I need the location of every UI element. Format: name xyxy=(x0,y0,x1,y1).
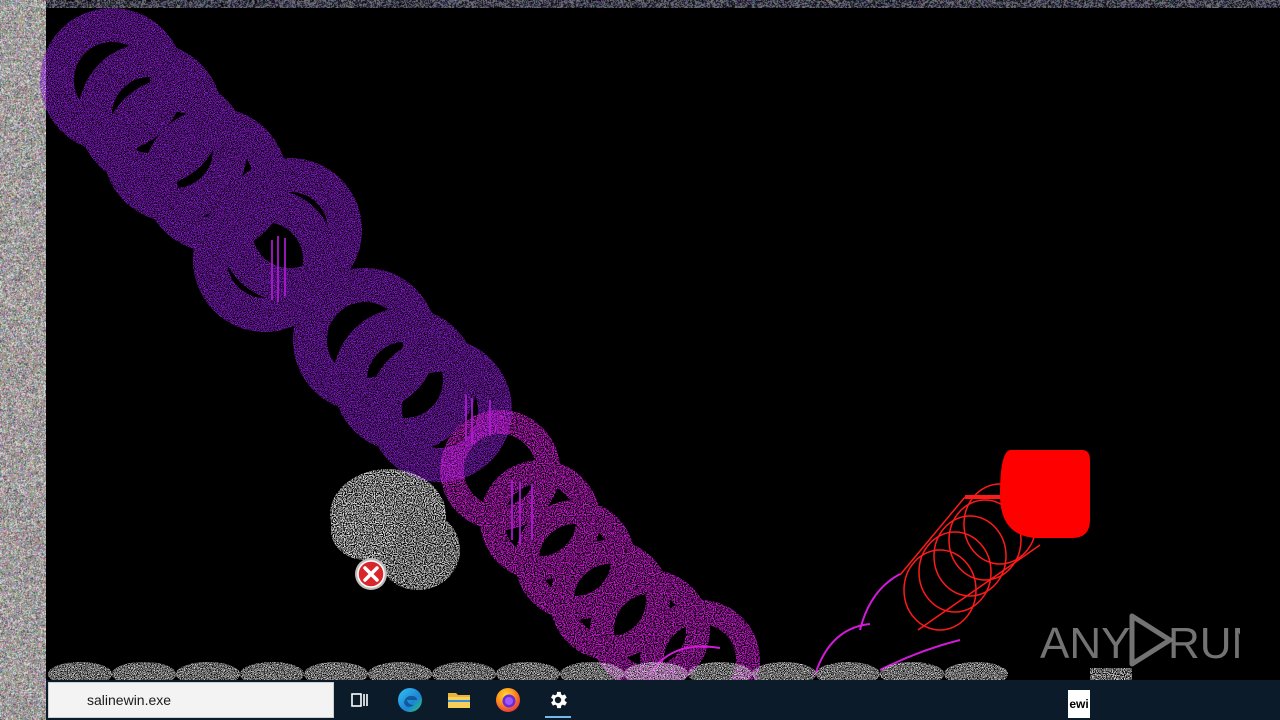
red-blob xyxy=(1000,450,1090,538)
anyrun-watermark: ANY RUN xyxy=(1040,612,1240,668)
file-explorer-button[interactable] xyxy=(435,680,483,720)
gear-icon xyxy=(547,689,569,711)
firefox-button[interactable] xyxy=(484,680,532,720)
firefox-icon xyxy=(495,687,521,713)
taskbar-search-box[interactable]: salinewin.exe xyxy=(48,682,334,718)
search-text: salinewin.exe xyxy=(87,692,171,708)
edge-button[interactable] xyxy=(386,680,434,720)
play-icon xyxy=(1132,616,1170,664)
folder-icon xyxy=(447,690,471,710)
task-view-button[interactable] xyxy=(336,680,384,720)
tray-fragment[interactable]: ewi xyxy=(1068,690,1090,718)
gray-noise-blob xyxy=(330,469,460,590)
error-icon[interactable] xyxy=(354,557,388,591)
task-view-icon xyxy=(350,690,370,710)
watermark-right: RUN xyxy=(1168,619,1240,668)
settings-button[interactable] xyxy=(534,680,582,720)
watermark-left: ANY xyxy=(1040,619,1130,668)
purple-ring-trail xyxy=(57,25,495,465)
edge-icon xyxy=(397,687,423,713)
